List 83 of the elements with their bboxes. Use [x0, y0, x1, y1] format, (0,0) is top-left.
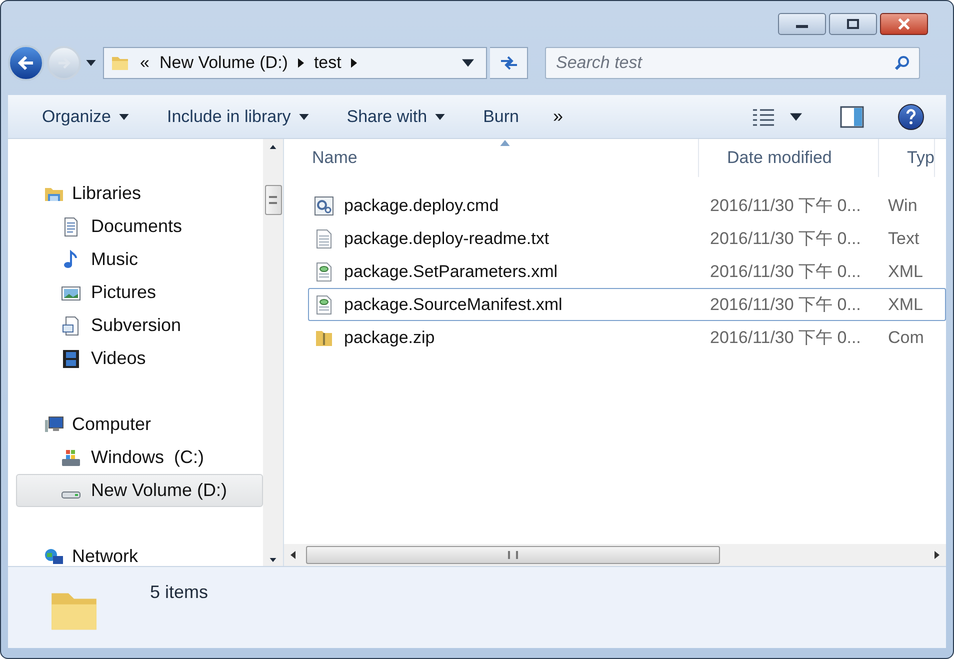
scroll-up-icon [269, 145, 277, 149]
toolbar-menu-button[interactable]: Include in library [154, 95, 321, 138]
scrollbar-thumb[interactable] [264, 185, 282, 215]
column-header[interactable]: Date modified [699, 139, 879, 177]
file-row[interactable]: package.deploy.cmd 2016/11/30 下午 0... Win [308, 189, 946, 222]
file-row[interactable]: package.SetParameters.xml 2016/11/30 下午 0... XML [308, 255, 946, 288]
file-type: XML [887, 294, 923, 316]
file-type: XML [887, 260, 923, 283]
close-button[interactable] [880, 13, 928, 35]
file-name: package.zip [344, 326, 435, 349]
toolbar-menu-button[interactable]: Burn [471, 95, 532, 138]
file-type: Text [887, 228, 920, 250]
minimize-button[interactable] [778, 13, 826, 35]
breadcrumb[interactable]: test [314, 50, 342, 76]
breadcrumb[interactable]: New Volume (D:) [159, 50, 288, 76]
minimize-icon [796, 24, 808, 28]
sort-arrow-icon [500, 140, 510, 146]
navigation-item[interactable]: Subversion [16, 309, 263, 342]
computer-icon [44, 414, 64, 434]
file-name: package.SourceManifest.xml [344, 294, 562, 316]
navigation-item[interactable]: Network [16, 540, 263, 566]
text-file-icon [314, 228, 334, 248]
column-header[interactable]: Name [284, 139, 699, 177]
file-type: Win [887, 194, 918, 217]
file-row[interactable]: package.deploy-readme.txt 2016/11/30 下午 0... Text [308, 222, 946, 255]
file-name: package.SetParameters.xml [344, 260, 558, 283]
navigation-item[interactable]: Music [16, 243, 263, 276]
scroll-left-icon [290, 551, 296, 559]
navigation-item[interactable]: Documents [16, 210, 263, 243]
date-modified: 2016/11/30 下午 0... [709, 294, 862, 316]
maximize-icon [847, 19, 859, 29]
network-icon [44, 546, 64, 566]
xml-file-icon [314, 294, 334, 314]
navigation-item[interactable]: New Volume (D:) [16, 474, 263, 507]
address-bar[interactable]: « New Volume (D:) test [103, 47, 487, 79]
document-icon [61, 316, 81, 336]
back-button[interactable] [8, 45, 44, 81]
file-row[interactable]: package.SourceManifest.xml 2016/11/30 下午 0... XML [308, 288, 946, 321]
file-name: package.deploy-readme.txt [344, 228, 550, 250]
navigation-item[interactable]: Videos [16, 342, 263, 375]
gear-file-icon [314, 196, 334, 216]
toolbar-menu-button[interactable]: Organize [30, 95, 141, 138]
refresh-icon [498, 55, 518, 71]
more-commands-button[interactable]: » [545, 103, 572, 130]
navigation-item[interactable]: Libraries [16, 177, 263, 210]
overflow-chevron[interactable]: « [140, 50, 150, 76]
item-count: 5 items [150, 581, 208, 604]
xml-file-icon [314, 262, 334, 282]
vertical-scrollbar[interactable] [263, 139, 283, 566]
recent-pages-caret-icon [86, 60, 96, 66]
details-view-icon [752, 106, 776, 126]
scroll-right-icon [934, 551, 940, 559]
toolbar-menu-button[interactable]: Share with [334, 95, 458, 138]
film-icon [61, 348, 81, 368]
navigation-item[interactable]: Pictures [16, 276, 263, 309]
date-modified: 2016/11/30 下午 0... [709, 228, 862, 250]
refresh-button[interactable] [490, 47, 528, 79]
scroll-down-icon [269, 558, 277, 562]
caret-icon [790, 112, 802, 120]
scrollbar-thumb[interactable] [306, 546, 720, 564]
file-type: Com [887, 326, 924, 349]
help-icon [905, 108, 917, 124]
search-field[interactable]: Search test [545, 47, 920, 79]
navigation-item[interactable]: Windows (C:) [16, 441, 263, 474]
file-name: package.deploy.cmd [344, 194, 499, 217]
file-row[interactable]: package.zip 2016/11/30 下午 0... Com [308, 321, 946, 354]
address-dropdown-icon [462, 59, 474, 67]
column-header[interactable]: Typ [879, 139, 936, 177]
date-modified: 2016/11/30 下午 0... [709, 260, 862, 283]
preview-pane-icon [840, 104, 864, 128]
breadcrumb-arrow-icon [298, 58, 304, 68]
date-modified: 2016/11/30 下午 0... [709, 326, 862, 349]
breadcrumb-arrow-icon [351, 58, 358, 68]
back-arrow-icon [16, 53, 36, 73]
navigation-item[interactable]: Computer [16, 408, 263, 441]
search-icon [894, 55, 910, 71]
date-modified: 2016/11/30 下午 0... [709, 194, 862, 217]
horizontal-scrollbar[interactable] [284, 544, 946, 566]
help-button[interactable] [898, 104, 924, 130]
drive-icon [61, 490, 81, 498]
close-icon [898, 18, 910, 30]
drive-icon [61, 448, 81, 468]
maximize-button[interactable] [829, 13, 877, 35]
